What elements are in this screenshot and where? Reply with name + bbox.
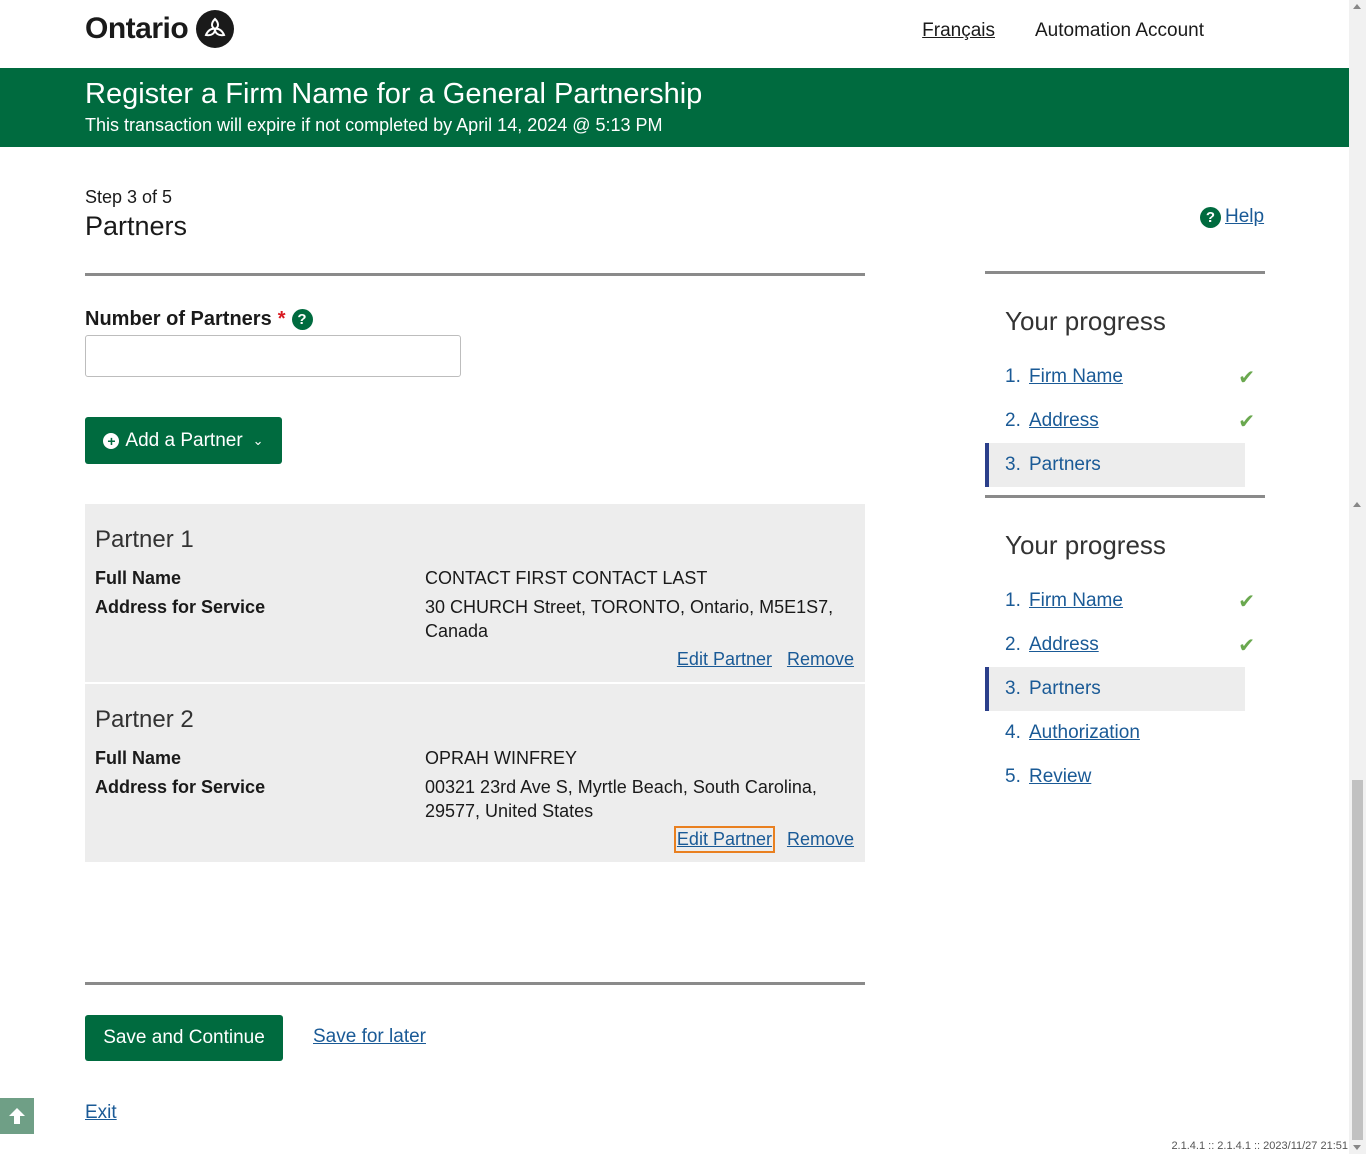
number-of-partners-input[interactable] xyxy=(85,335,461,377)
progress-item-authorization[interactable]: 4. Authorization xyxy=(985,711,1245,755)
help-link[interactable]: ? Help xyxy=(1200,206,1264,228)
number-of-partners-label: Number of Partners * ? xyxy=(85,308,313,331)
exit-link[interactable]: Exit xyxy=(85,1102,117,1124)
divider xyxy=(85,273,865,276)
progress-link[interactable]: Firm Name xyxy=(1029,366,1123,388)
scroll-up-icon[interactable] xyxy=(1353,4,1361,9)
brand-name: Ontario xyxy=(85,12,189,45)
remove-partner-link[interactable]: Remove xyxy=(787,829,854,850)
progress-panel: Your progress 1. Firm Name ✔ 2. Address … xyxy=(985,500,1265,799)
checkmark-icon: ✔ xyxy=(1238,591,1255,613)
checkmark-icon: ✔ xyxy=(1238,411,1255,433)
ontario-logo[interactable]: Ontario xyxy=(85,10,235,48)
partner-card: Partner 2 Full Name OPRAH WINFREY Addres… xyxy=(85,684,865,862)
edit-partner-link[interactable]: Edit Partner xyxy=(677,649,772,670)
progress-item-address[interactable]: 2. Address ✔ xyxy=(985,399,1255,443)
account-menu[interactable]: Automation Account xyxy=(1035,20,1204,42)
progress-number: 1. xyxy=(1005,366,1021,387)
page-banner: Register a Firm Name for a General Partn… xyxy=(0,68,1349,147)
chevron-down-icon: ⌄ xyxy=(252,432,264,448)
add-partner-label: Add a Partner xyxy=(125,429,243,451)
progress-number: 2. xyxy=(1005,410,1021,431)
question-icon[interactable]: ? xyxy=(291,309,313,330)
expiry-notice: This transaction will expire if not comp… xyxy=(85,115,663,135)
progress-item-firm-name[interactable]: 1. Firm Name ✔ xyxy=(985,579,1255,623)
progress-item-partners: 3. Partners xyxy=(985,667,1245,711)
scroll-down-icon[interactable] xyxy=(1353,1145,1361,1150)
progress-title: Your progress xyxy=(1005,530,1166,560)
progress-item-address[interactable]: 2. Address ✔ xyxy=(985,623,1255,667)
add-partner-button[interactable]: + Add a Partner ⌄ xyxy=(85,417,282,464)
address-label: Address for Service xyxy=(95,777,266,797)
top-bar: Ontario Français Automation Account xyxy=(0,0,1349,68)
progress-current-label: Partners xyxy=(1029,454,1101,475)
progress-link[interactable]: Authorization xyxy=(1029,722,1140,744)
address-value: 00321 23rd Ave S, Myrtle Beach, South Ca… xyxy=(425,777,817,821)
partner-heading: Partner 1 xyxy=(95,526,194,553)
progress-current-label: Partners xyxy=(1029,678,1101,699)
progress-link[interactable]: Firm Name xyxy=(1029,590,1123,612)
required-mark: * xyxy=(277,308,286,330)
progress-title: Your progress xyxy=(1005,306,1166,336)
plus-circle-icon: + xyxy=(103,432,120,449)
full-name-label: Full Name xyxy=(95,568,182,588)
progress-item-review[interactable]: 5. Review xyxy=(985,755,1245,799)
field-label-text: Number of Partners xyxy=(85,308,272,330)
french-language-link[interactable]: Français xyxy=(922,20,995,42)
progress-link[interactable]: Address xyxy=(1029,634,1099,656)
transaction-title: Register a Firm Name for a General Partn… xyxy=(85,78,703,110)
progress-item-firm-name[interactable]: 1. Firm Name ✔ xyxy=(985,355,1255,399)
divider xyxy=(985,495,1265,498)
progress-link[interactable]: Review xyxy=(1029,766,1091,788)
divider xyxy=(985,271,1265,274)
full-name-value: CONTACT FIRST CONTACT LAST xyxy=(425,568,708,588)
edit-partner-link[interactable]: Edit Partner xyxy=(673,826,775,853)
partner-heading: Partner 2 xyxy=(95,706,194,733)
progress-number: 1. xyxy=(1005,590,1021,611)
address-label: Address for Service xyxy=(95,597,266,617)
progress-item-partners: 3. Partners xyxy=(985,443,1245,487)
progress-number: 2. xyxy=(1005,634,1021,655)
divider xyxy=(85,982,865,985)
progress-panel: Your progress 1. Firm Name ✔ 2. Address … xyxy=(985,276,1265,487)
checkmark-icon: ✔ xyxy=(1238,635,1255,657)
address-value: 30 CHURCH Street, TORONTO, Ontario, M5E1… xyxy=(425,597,834,641)
progress-link[interactable]: Address xyxy=(1029,410,1099,432)
trillium-icon xyxy=(196,10,235,48)
progress-number: 3. xyxy=(1005,678,1021,699)
step-indicator: Step 3 of 5 xyxy=(85,187,173,207)
checkmark-icon: ✔ xyxy=(1238,367,1255,389)
arrow-up-icon xyxy=(9,1108,25,1124)
progress-number: 4. xyxy=(1005,722,1021,743)
progress-number: 3. xyxy=(1005,454,1021,475)
scroll-marker-icon xyxy=(1353,502,1361,507)
full-name-value: OPRAH WINFREY xyxy=(425,748,578,768)
save-and-continue-button[interactable]: Save and Continue xyxy=(85,1015,283,1061)
save-for-later-link[interactable]: Save for later xyxy=(313,1026,426,1048)
full-name-label: Full Name xyxy=(95,748,182,768)
page-scrollbar[interactable] xyxy=(1349,0,1366,1154)
remove-partner-link[interactable]: Remove xyxy=(787,649,854,670)
partner-card: Partner 1 Full Name CONTACT FIRST CONTAC… xyxy=(85,504,865,682)
progress-number: 5. xyxy=(1005,766,1021,787)
version-info: 2.1.4.1 :: 2.1.4.1 :: 2023/11/27 21:51 xyxy=(1171,1140,1348,1152)
page-title: Partners xyxy=(85,211,188,241)
question-icon: ? xyxy=(1200,206,1221,228)
back-to-top-button[interactable] xyxy=(0,1098,34,1134)
scroll-thumb[interactable] xyxy=(1352,780,1363,1140)
help-label: Help xyxy=(1225,206,1265,227)
